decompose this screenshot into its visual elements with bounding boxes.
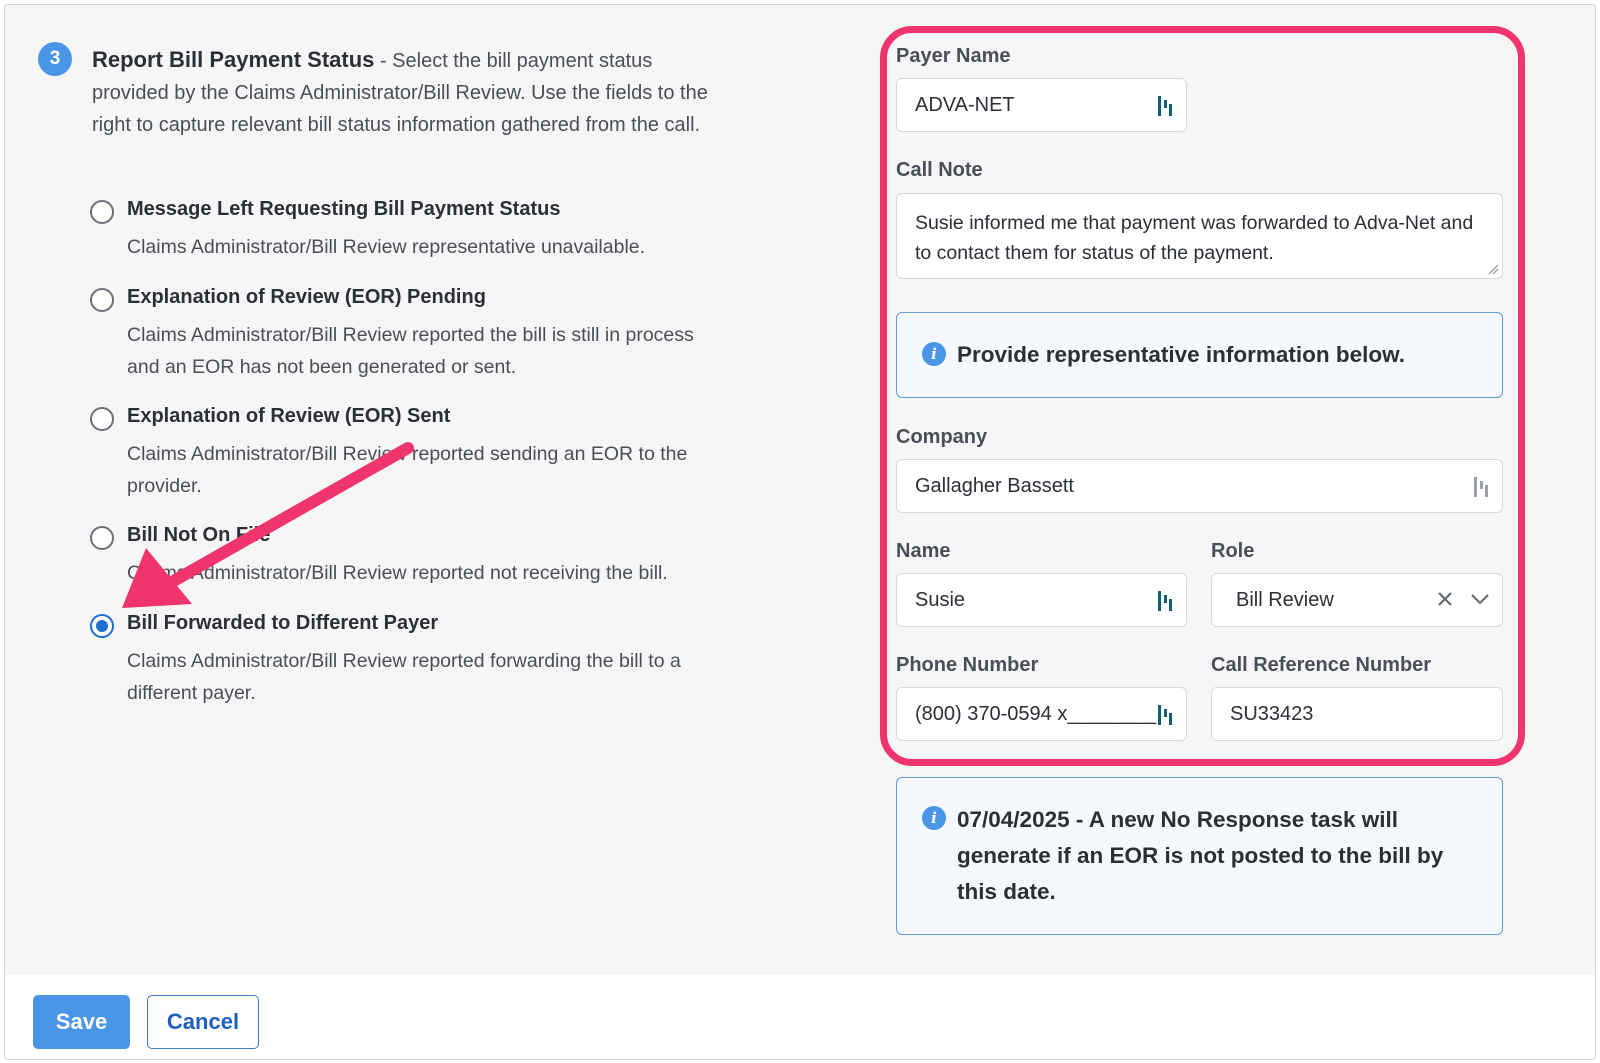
cancel-button[interactable]: Cancel — [147, 995, 259, 1049]
phone-number-input[interactable]: (800) 370-0594 x________ — [896, 687, 1187, 741]
payer-name-input[interactable]: ADVA-NET — [896, 78, 1187, 132]
company-input[interactable]: Gallagher Bassett — [896, 459, 1503, 513]
radio-button[interactable] — [90, 200, 114, 224]
dial-widget-icon[interactable] — [1156, 704, 1174, 726]
option-description: Claims Administrator/Bill Review reporte… — [127, 324, 694, 378]
notice-date: 07/04/2025 — [957, 807, 1070, 832]
call-reference-value: SU33423 — [1230, 702, 1314, 725]
company-label: Company — [896, 426, 988, 448]
name-input[interactable]: Susie — [896, 573, 1187, 627]
call-note-value: Susie informed me that payment was forwa… — [915, 212, 1474, 264]
step-number-badge: 3 — [38, 42, 72, 76]
company-value: Gallagher Bassett — [915, 474, 1074, 497]
call-reference-label: Call Reference Number — [1211, 654, 1432, 676]
radio-button-selected[interactable] — [90, 614, 114, 638]
phone-number-value: (800) 370-0594 x________ — [915, 702, 1157, 725]
option-label: Message Left Requesting Bill Payment Sta… — [127, 198, 561, 220]
radio-button[interactable] — [90, 526, 114, 550]
role-value: Bill Review — [1236, 588, 1334, 611]
role-label: Role — [1211, 540, 1255, 562]
option-description: Claims Administrator/Bill Review represe… — [127, 236, 646, 258]
resize-handle-icon[interactable] — [1487, 263, 1499, 275]
name-label: Name — [896, 540, 951, 562]
dial-widget-icon[interactable] — [1472, 476, 1490, 498]
option-description: Claims Administrator/Bill Review reporte… — [127, 562, 668, 584]
dial-widget-icon[interactable] — [1156, 95, 1174, 117]
option-label: Explanation of Review (EOR) Pending — [127, 286, 486, 308]
call-note-textarea[interactable]: Susie informed me that payment was forwa… — [896, 193, 1503, 279]
dial-widget-icon[interactable] — [1156, 590, 1174, 612]
phone-number-label: Phone Number — [896, 654, 1039, 676]
option-label: Bill Not On File — [127, 524, 271, 546]
payer-name-value: ADVA-NET — [915, 93, 1015, 116]
radio-button[interactable] — [90, 407, 114, 431]
info-icon: i — [922, 342, 946, 366]
option-description: Claims Administrator/Bill Review reporte… — [127, 650, 681, 704]
representative-info-banner: i Provide representative information bel… — [896, 312, 1503, 398]
name-value: Susie — [915, 588, 966, 611]
info-icon: i — [922, 806, 946, 830]
radio-button[interactable] — [90, 288, 114, 312]
chevron-down-icon[interactable] — [1470, 592, 1490, 606]
step-title: Report Bill Payment Status — [92, 47, 375, 72]
call-reference-input[interactable]: SU33423 — [1211, 687, 1503, 741]
option-label: Explanation of Review (EOR) Sent — [127, 405, 451, 427]
payer-name-label: Payer Name — [896, 45, 1011, 67]
option-description: Claims Administrator/Bill Review reporte… — [127, 443, 688, 497]
clear-icon[interactable] — [1436, 590, 1454, 608]
role-select[interactable]: Bill Review — [1211, 573, 1503, 627]
notice-text: 07/04/2025 - A new No Response task will… — [957, 802, 1467, 910]
step-instructions: Report Bill Payment Status - Select the … — [92, 44, 732, 141]
option-label: Bill Forwarded to Different Payer — [127, 612, 439, 634]
save-button[interactable]: Save — [33, 995, 130, 1049]
role-select-controls — [1436, 590, 1490, 608]
representative-info-message: Provide representative information below… — [957, 342, 1406, 367]
call-note-label: Call Note — [896, 159, 983, 181]
no-response-notice: i 07/04/2025 - A new No Response task wi… — [896, 777, 1503, 935]
